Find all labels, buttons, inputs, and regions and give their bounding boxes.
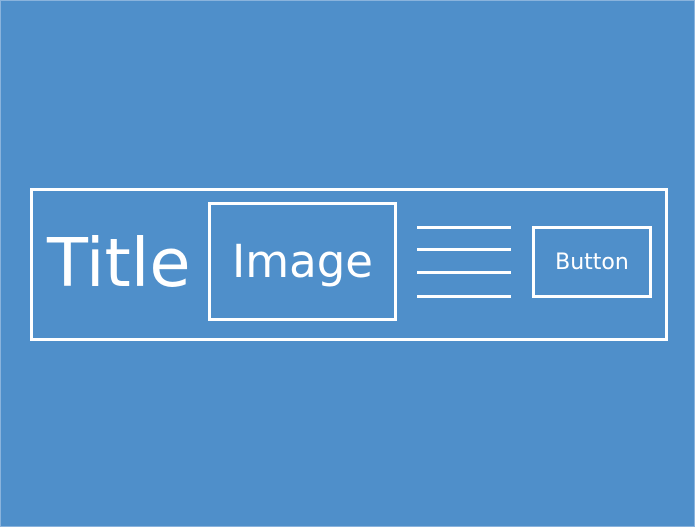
menu-line — [417, 295, 511, 298]
title-placeholder: Title — [47, 224, 191, 302]
image-label: Image — [232, 235, 373, 288]
button-label: Button — [555, 249, 629, 275]
button-placeholder[interactable]: Button — [532, 226, 652, 298]
menu-line — [417, 271, 511, 274]
menu-line — [417, 226, 511, 229]
image-placeholder: Image — [208, 202, 397, 321]
menu-line — [417, 248, 511, 251]
